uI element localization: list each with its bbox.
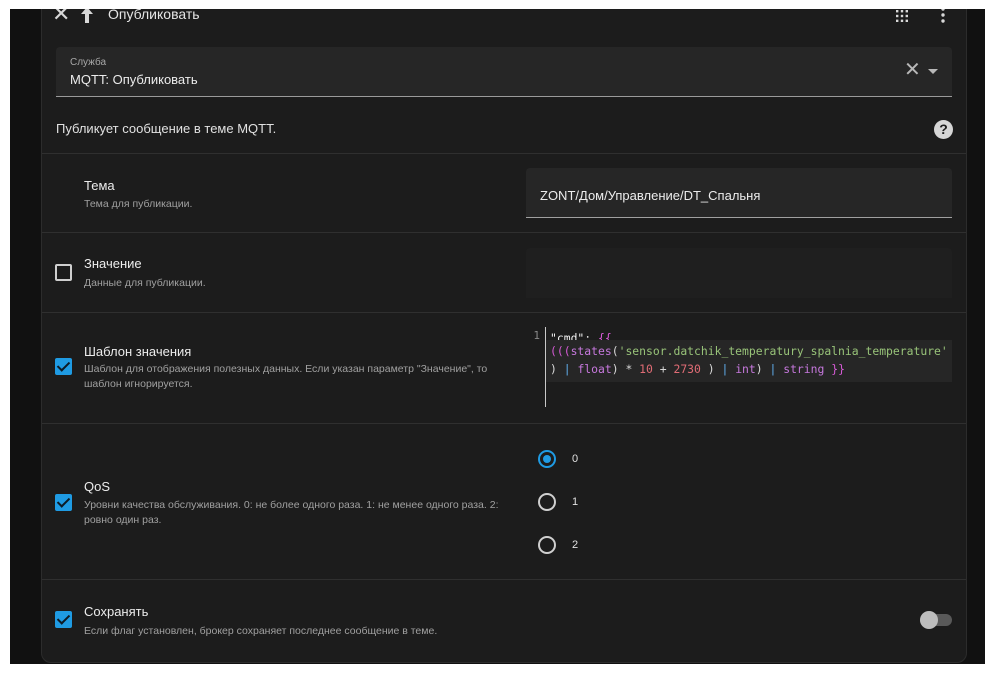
service-description: Публикует сообщение в теме MQTT. [56,121,277,136]
field-description: Данные для публикации. [84,277,206,289]
service-value: MQTT: Опубликовать [70,72,198,87]
field-description: Если флаг установлен, брокер сохраняет п… [84,625,438,637]
code-token: 2730 [673,362,701,376]
field-description: Уровни качества обслуживания. 0: не боле… [84,499,499,526]
service-label: Служба [70,57,107,68]
qos-option-label: 2 [572,539,579,551]
qos-radio-2[interactable] [538,536,556,554]
topic-input-value[interactable]: ZONT/Дом/Управление/DT_Спальня [540,188,760,203]
help-icon[interactable]: ? [934,120,953,139]
field-name: Тема [84,178,115,193]
code-token: 'sensor.datchik_temperatury_spalnia_temp… [618,344,948,358]
field-name: Значение [84,256,142,271]
field-row-payload: Значение Данные для публикации. [42,232,966,312]
qos-radio-1[interactable] [538,493,556,511]
field-row-topic: Тема Тема для публикации. ZONT/Дом/Управ… [42,153,966,232]
code-token: string [783,362,825,376]
field-description: Шаблон для отображения полезных данных. … [84,363,488,390]
field-row-payload-template: Шаблон значения Шаблон для отображения п… [42,312,966,423]
qos-option-label: 1 [572,496,579,508]
code-token: ) [550,362,557,376]
field-name: Сохранять [84,604,149,619]
dropdown-caret-icon[interactable] [928,69,938,74]
field-name: Шаблон значения [84,344,192,359]
close-icon[interactable]: ✕ [52,9,70,26]
code-token: ) [755,362,763,376]
header-title: Опубликовать [108,9,200,22]
dialog-frame: ✕ Опубликовать Служба MQTT: Опубликовать… [10,9,985,664]
code-token: states [570,344,612,358]
clear-icon[interactable]: ✕ [904,60,921,80]
code-token: int [735,362,756,376]
payload-input[interactable] [526,248,952,298]
code-token: | [721,362,729,376]
code-token: ) [707,362,715,376]
arrow-up-icon[interactable] [80,9,94,24]
code-line-wrap: (((states('sensor.datchik_temperatury_sp… [546,340,952,382]
code-token: + [659,362,667,376]
code-token: ) [611,362,619,376]
field-name: QoS [84,479,111,494]
more-vert-icon[interactable] [940,9,946,24]
retain-checkbox[interactable] [55,611,72,628]
code-token: ( [611,344,619,358]
code-editor[interactable]: 1 "cmd": {{ (((states('sensor.datchik_te… [526,327,952,407]
code-line-1: "cmd": {{ [546,327,952,341]
line-number: 1 [526,327,546,407]
code-token: 10 [639,362,653,376]
code-token: | [769,362,777,376]
field-row-qos: QoS Уровни качества обслуживания. 0: не … [42,423,966,579]
qos-radio-0[interactable] [538,450,556,468]
code-token: }} [831,362,845,376]
service-select[interactable]: Служба MQTT: Опубликовать ✕ [56,47,952,97]
code-token: | [563,362,571,376]
code-token: ((( [550,344,571,358]
code-token: * [625,362,633,376]
qos-option-label: 0 [572,453,579,465]
payload-checkbox[interactable] [55,264,72,281]
card-header: ✕ Опубликовать [42,9,966,26]
retain-toggle-knob[interactable] [920,611,938,629]
topic-input[interactable]: ZONT/Дом/Управление/DT_Спальня [526,168,952,218]
qos-checkbox[interactable] [55,494,72,511]
code-token: float [577,362,612,376]
grid-icon[interactable] [896,10,908,22]
field-description: Тема для публикации. [84,198,193,210]
field-row-retain: Сохранять Если флаг установлен, брокер с… [42,579,966,662]
payload-template-checkbox[interactable] [55,358,72,375]
action-card: ✕ Опубликовать Служба MQTT: Опубликовать… [41,9,967,663]
